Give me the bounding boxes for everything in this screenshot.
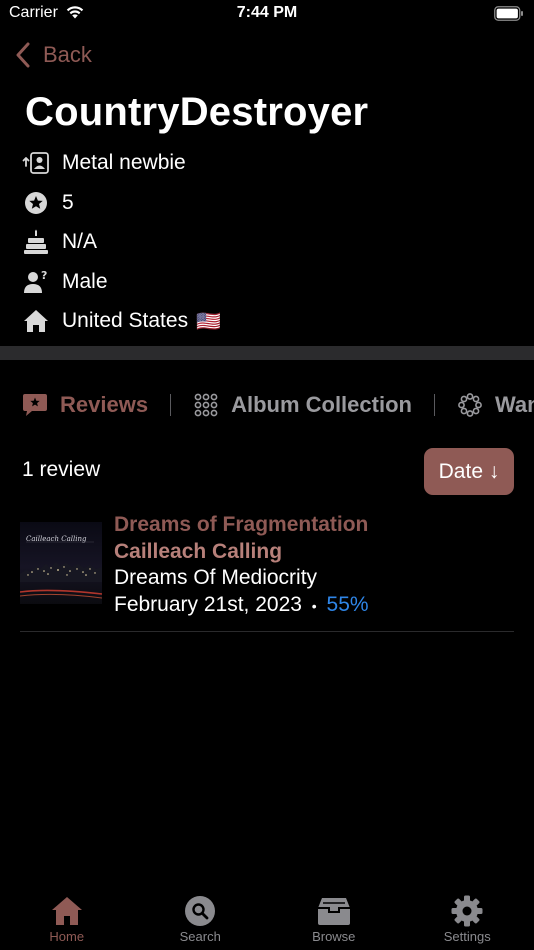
- search-icon: [183, 894, 217, 928]
- tab-separator: [170, 394, 172, 416]
- star-circle-icon: [22, 189, 50, 217]
- gender-text: Male: [62, 270, 108, 293]
- bottom-tab-bar: Home Search Browse Settings: [0, 888, 534, 950]
- screen: Carrier 7:44 PM Back CountryDestroyer Me…: [0, 0, 534, 950]
- clock-time: 7:44 PM: [236, 4, 298, 21]
- gear-icon: [450, 894, 484, 928]
- tabbar-home-label: Home: [49, 929, 85, 944]
- speech-bubble-star-icon: [22, 392, 48, 418]
- review-date: February 21st, 2023: [114, 592, 302, 616]
- back-label: Back: [43, 42, 92, 67]
- review-album: Dreams Of Mediocrity: [114, 566, 318, 589]
- tabbar-browse[interactable]: Browse: [267, 888, 401, 950]
- gender-row: ? Male: [22, 267, 108, 297]
- ring-dots-icon: [457, 392, 483, 418]
- archive-box-icon: [317, 894, 351, 928]
- country-text: United States: [62, 309, 189, 332]
- house-icon: [22, 307, 50, 335]
- review-separator: •: [311, 597, 317, 614]
- review-artist: Cailleach Calling: [114, 539, 283, 563]
- rank-text: Metal newbie: [62, 151, 186, 174]
- album-cover-image: Cailleach Calling: [20, 522, 102, 604]
- points-text: 5: [62, 191, 74, 214]
- tab-album-collection[interactable]: Album Collection: [193, 392, 412, 418]
- points-row: 5: [22, 188, 74, 218]
- review-title: Dreams of Fragmentation: [114, 513, 369, 536]
- person-question-icon: ?: [22, 268, 50, 296]
- age-text: N/A: [62, 230, 98, 253]
- tabbar-search[interactable]: Search: [134, 888, 268, 950]
- review-meta: February 21st, 2023 • 55%: [114, 592, 369, 620]
- age-row: N/A: [22, 227, 97, 257]
- svg-text:?: ?: [41, 270, 47, 282]
- review-row[interactable]: Cailleach Calling Dreams of Fragmentatio…: [20, 512, 514, 632]
- tab-want[interactable]: Want: [457, 392, 534, 418]
- rank-row: Metal newbie: [22, 148, 186, 178]
- tabbar-home[interactable]: Home: [0, 888, 134, 950]
- contact-upgrade-icon: [22, 149, 50, 177]
- tab-reviews-label: Reviews: [60, 392, 149, 417]
- tabbar-settings-label: Settings: [443, 929, 491, 944]
- home-icon: [50, 894, 84, 928]
- tab-separator: [433, 394, 435, 416]
- tabbar-browse-label: Browse: [312, 929, 356, 944]
- tab-reviews[interactable]: Reviews: [22, 392, 148, 418]
- profile-tabs: Reviews Album Collection Wan: [22, 388, 534, 422]
- battery-icon: [494, 6, 523, 21]
- country-row: United States 🇺🇸: [22, 306, 221, 336]
- review-count: 1 review: [22, 458, 101, 481]
- svg-text:Cailleach Calling: Cailleach Calling: [26, 535, 87, 543]
- tab-album-collection-label: Album Collection: [231, 392, 412, 417]
- sort-button[interactable]: Date ↓: [424, 448, 514, 495]
- country-flag: 🇺🇸: [196, 310, 221, 333]
- section-divider: [0, 346, 534, 360]
- review-score: 55%: [326, 592, 369, 616]
- page-title: CountryDestroyer: [25, 90, 369, 134]
- tabbar-settings[interactable]: Settings: [401, 888, 534, 950]
- back-button[interactable]: Back: [15, 40, 92, 70]
- chevron-left-icon: [16, 42, 30, 68]
- birthday-cake-icon: [22, 228, 50, 256]
- grid-dots-icon: [193, 392, 219, 418]
- status-bar: Carrier 7:44 PM: [0, 0, 534, 30]
- tabbar-search-label: Search: [179, 929, 221, 944]
- review-text-block: Dreams of Fragmentation Cailleach Callin…: [114, 512, 369, 619]
- tab-want-label: Want: [494, 392, 534, 417]
